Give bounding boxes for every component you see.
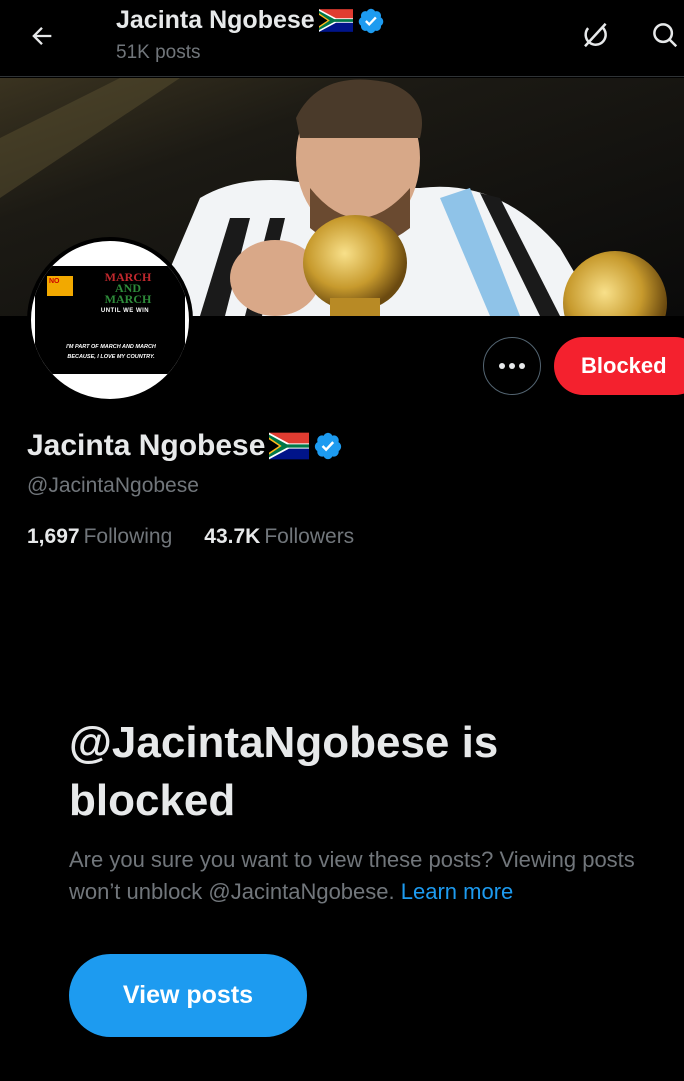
- grok-button[interactable]: [574, 14, 616, 56]
- avatar-image: NO MARCH AND MARCH UNTIL WE WIN I'M PART…: [35, 266, 185, 374]
- arrow-left-icon: [32, 27, 52, 45]
- avatar-slogan-1: I'M PART OF MARCH AND MARCH: [66, 344, 156, 350]
- verified-badge-icon[interactable]: [313, 431, 343, 461]
- search-button[interactable]: [644, 14, 684, 56]
- more-horizontal-icon: [499, 363, 505, 369]
- profile-handle: @JacintaNgobese: [27, 474, 199, 497]
- avatar-slogan-2: BECAUSE, I LOVE MY COUNTRY.: [67, 354, 155, 360]
- view-posts-button[interactable]: View posts: [69, 954, 307, 1037]
- profile-display-name: Jacinta Ngobese: [27, 429, 266, 462]
- follow-stats: 1,697 Following 43.7K Followers: [27, 525, 354, 549]
- back-button[interactable]: [22, 16, 62, 56]
- following-label: Following: [83, 525, 173, 548]
- header-title: Jacinta Ngobese: [116, 6, 385, 35]
- profile-avatar[interactable]: NO MARCH AND MARCH UNTIL WE WIN I'M PART…: [27, 237, 193, 403]
- profile-name: Jacinta Ngobese: [27, 429, 343, 463]
- avatar-badge: NO: [47, 276, 73, 296]
- learn-more-link[interactable]: Learn more: [401, 879, 514, 904]
- post-count: 51K posts: [116, 42, 201, 63]
- avatar-march-text: MARCH AND MARCH: [104, 270, 152, 306]
- top-bar: Jacinta Ngobese 51K posts: [0, 0, 684, 77]
- south-africa-flag-icon: [318, 9, 353, 32]
- blocked-description: Are you sure you want to view these post…: [69, 844, 649, 908]
- verified-badge-icon: [358, 8, 383, 33]
- following-count: 1,697: [27, 525, 80, 548]
- followers-count: 43.7K: [204, 525, 261, 548]
- followers-label: Followers: [264, 525, 355, 548]
- grok-icon: [584, 22, 607, 48]
- search-icon: [653, 23, 678, 48]
- avatar-until-text: UNTIL WE WIN: [100, 308, 150, 314]
- more-options-button[interactable]: [483, 337, 541, 395]
- header-name: Jacinta Ngobese: [116, 6, 315, 34]
- following-link[interactable]: 1,697 Following: [27, 525, 172, 549]
- followers-link[interactable]: 43.7K Followers: [204, 525, 354, 549]
- blocked-title: @JacintaNgobese is blocked: [69, 718, 499, 825]
- south-africa-flag-icon: [269, 432, 310, 460]
- blocked-button[interactable]: Blocked: [554, 337, 684, 395]
- blocked-description-text: Are you sure you want to view these post…: [69, 847, 635, 904]
